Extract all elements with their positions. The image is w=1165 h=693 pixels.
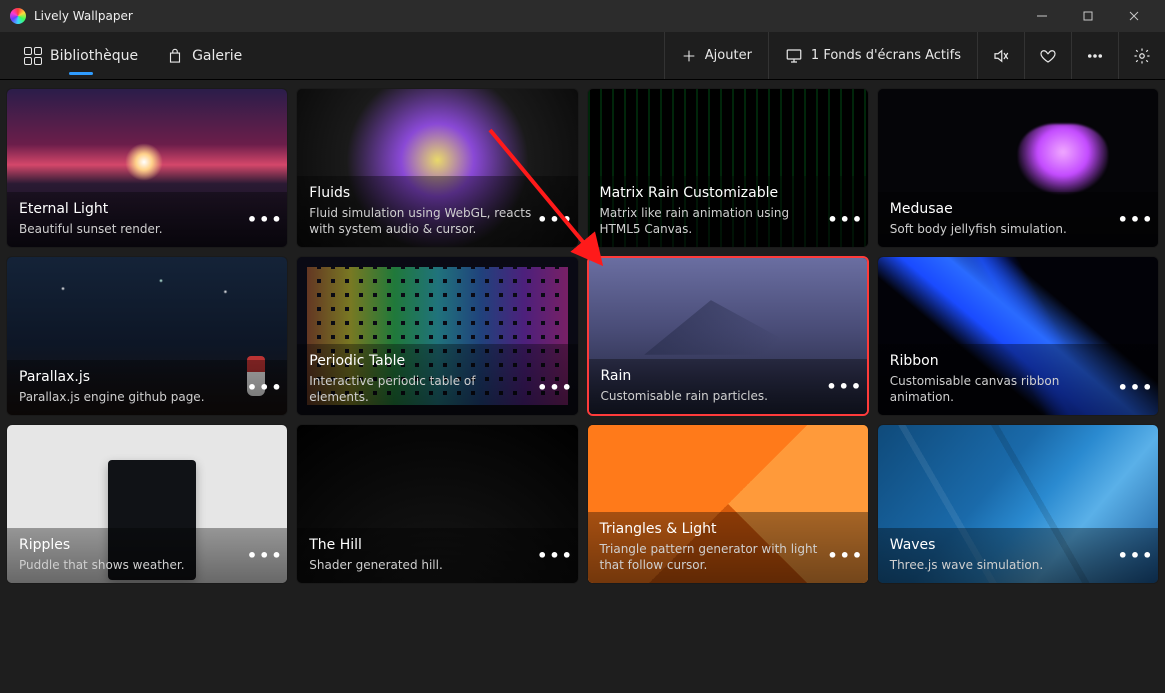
card-overlay: The Hill Shader generated hill. (297, 528, 577, 583)
card-title: The Hill (309, 536, 533, 555)
card-overlay: Fluids Fluid simulation using WebGL, reac… (297, 176, 577, 247)
more-menu-button[interactable] (1071, 32, 1118, 79)
card-title: Medusae (890, 200, 1114, 219)
maximize-button[interactable] (1065, 0, 1111, 32)
wallpaper-card[interactable]: Eternal Light Beautiful sunset render. ••• (6, 88, 288, 248)
gallery-icon (166, 47, 184, 65)
tab-gallery-label: Galerie (192, 48, 242, 64)
window-controls (1019, 0, 1157, 32)
tab-library[interactable]: Bibliothèque (10, 32, 152, 79)
mute-icon (992, 47, 1010, 65)
add-button[interactable]: Ajouter (664, 32, 768, 79)
settings-button[interactable] (1118, 32, 1165, 79)
plus-icon (681, 48, 697, 64)
card-more-button[interactable]: ••• (1122, 373, 1150, 401)
ellipsis-icon (1086, 47, 1104, 65)
library-icon (24, 47, 42, 65)
tab-library-label: Bibliothèque (50, 48, 138, 64)
card-title: Parallax.js (19, 368, 243, 387)
wallpaper-card[interactable]: Fluids Fluid simulation using WebGL, reac… (296, 88, 578, 248)
card-more-button[interactable]: ••• (251, 205, 279, 233)
wallpaper-card[interactable]: Rain Customisable rain particles. ••• (587, 256, 869, 416)
active-label: 1 Fonds d'écrans Actifs (811, 48, 961, 63)
active-screens-button[interactable]: 1 Fonds d'écrans Actifs (768, 32, 977, 79)
gear-icon (1133, 47, 1151, 65)
card-more-button[interactable]: ••• (542, 541, 570, 569)
wallpaper-card[interactable]: The Hill Shader generated hill. ••• (296, 424, 578, 584)
card-overlay: Medusae Soft body jellyfish simulation. (878, 192, 1158, 247)
favorite-button[interactable] (1024, 32, 1071, 79)
close-button[interactable] (1111, 0, 1157, 32)
card-more-button[interactable]: ••• (251, 373, 279, 401)
card-more-button[interactable]: ••• (1122, 541, 1150, 569)
wallpaper-card[interactable]: Ribbon Customisable canvas ribbon animati… (877, 256, 1159, 416)
card-title: Matrix Rain Customizable (600, 184, 824, 203)
card-more-button[interactable]: ••• (251, 541, 279, 569)
card-overlay: Ripples Puddle that shows weather. (7, 528, 287, 583)
card-title: Periodic Table (309, 352, 533, 371)
card-description: Interactive periodic table of elements. (309, 373, 533, 405)
card-more-button[interactable]: ••• (542, 373, 570, 401)
card-title: Fluids (309, 184, 533, 203)
card-title: Eternal Light (19, 200, 243, 219)
card-more-button[interactable]: ••• (832, 205, 860, 233)
mute-button[interactable] (977, 32, 1024, 79)
card-title: Ribbon (890, 352, 1114, 371)
card-overlay: Ribbon Customisable canvas ribbon animati… (878, 344, 1158, 415)
wallpaper-grid: Eternal Light Beautiful sunset render. •••… (0, 80, 1165, 592)
card-description: Customisable canvas ribbon animation. (890, 373, 1114, 405)
card-description: Beautiful sunset render. (19, 221, 243, 237)
card-description: Triangle pattern generator with light th… (600, 541, 824, 573)
card-overlay: Eternal Light Beautiful sunset render. (7, 192, 287, 247)
card-description: Parallax.js engine github page. (19, 389, 243, 405)
card-description: Soft body jellyfish simulation. (890, 221, 1114, 237)
card-description: Fluid simulation using WebGL, reacts wit… (309, 205, 533, 237)
wallpaper-card[interactable]: Triangles & Light Triangle pattern genera… (587, 424, 869, 584)
card-more-button[interactable]: ••• (832, 541, 860, 569)
toolbar: Bibliothèque Galerie Ajouter 1 Fonds d'é… (0, 32, 1165, 80)
card-more-button[interactable]: ••• (1122, 205, 1150, 233)
wallpaper-card[interactable]: CHICAGO 29° RipplesPuddle that shows wea… (6, 424, 288, 584)
wallpaper-card[interactable]: Matrix Rain Customizable Matrix like rain… (587, 88, 869, 248)
card-title: Triangles & Light (600, 520, 824, 539)
tab-gallery[interactable]: Galerie (152, 32, 256, 79)
wallpaper-card[interactable]: Parallax.js Parallax.js engine github pag… (6, 256, 288, 416)
card-description: Puddle that shows weather. (19, 557, 243, 573)
card-description: Matrix like rain animation using HTML5 C… (600, 205, 824, 237)
card-overlay: Parallax.js Parallax.js engine github pag… (7, 360, 287, 415)
card-overlay: Waves Three.js wave simulation. (878, 528, 1158, 583)
card-description: Shader generated hill. (309, 557, 533, 573)
card-title: Waves (890, 536, 1114, 555)
card-title: Rain (601, 367, 823, 386)
wallpaper-card[interactable]: Medusae Soft body jellyfish simulation. ••… (877, 88, 1159, 248)
wallpaper-card[interactable]: Waves Three.js wave simulation. ••• (877, 424, 1159, 584)
card-more-button[interactable]: ••• (542, 205, 570, 233)
heart-icon (1039, 47, 1057, 65)
wallpaper-card[interactable]: Periodic Table Interactive periodic table… (296, 256, 578, 416)
card-description: Three.js wave simulation. (890, 557, 1114, 573)
app-icon (10, 8, 26, 24)
titlebar: Lively Wallpaper (0, 0, 1165, 32)
add-label: Ajouter (705, 48, 752, 63)
card-overlay: Periodic Table Interactive periodic table… (297, 344, 577, 415)
window-title: Lively Wallpaper (34, 9, 133, 23)
card-overlay: Rain Customisable rain particles. (589, 359, 867, 414)
card-title: Ripples (19, 536, 243, 555)
minimize-button[interactable] (1019, 0, 1065, 32)
card-overlay: Matrix Rain Customizable Matrix like rain… (588, 176, 868, 247)
card-description: Customisable rain particles. (601, 388, 823, 404)
card-more-button[interactable]: ••• (831, 372, 859, 400)
card-overlay: Triangles & Light Triangle pattern genera… (588, 512, 868, 583)
monitor-icon (785, 47, 803, 65)
